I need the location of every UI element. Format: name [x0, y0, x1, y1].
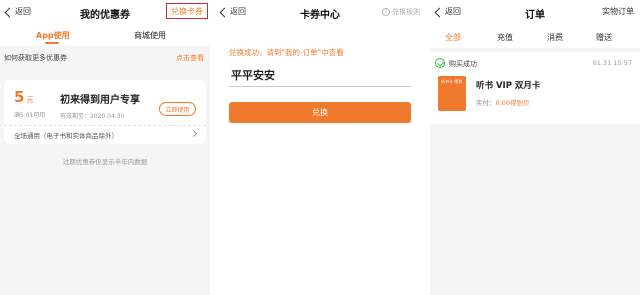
order-tabs: 全部 充值 消费 赠送 — [430, 26, 640, 48]
coupon-validity: 有效期至：2020.04.30 — [60, 113, 125, 120]
redeem-card-button[interactable]: 兑换卡券 — [166, 3, 208, 19]
coupon-divider — [4, 125, 206, 126]
use-now-button[interactable]: 立即使用 — [159, 102, 196, 116]
view-more-link[interactable]: 点击查看 — [176, 53, 204, 63]
success-hint: 兑换成功，请到"我的-订单"中查看 — [229, 48, 344, 57]
more-coupons-row: 如何获取更多优惠券 点击查看 — [0, 50, 210, 66]
paid-label: 实付： — [476, 99, 496, 107]
coupon-condition: 满5.01可用 — [14, 112, 46, 119]
coupon-card: 5元 满5.01可用 初来得到用户专享 有效期至：2020.04.30 立即使用… — [4, 80, 206, 144]
order-time: 01.31 15:57 — [592, 59, 632, 67]
coupon-amount-value: 5 — [14, 88, 25, 106]
redeem-rules-link[interactable]: ? 兑换规则 — [382, 7, 420, 17]
paid-amount: 实付：0.00得到贝 — [476, 97, 529, 107]
tab-consume[interactable]: 消费 — [547, 32, 563, 43]
chevron-right-icon — [189, 129, 198, 138]
orders-screen: 返回 订单 实物订单 全部 充值 消费 赠送 购买成功 01.31 15:57 … — [430, 0, 640, 295]
redeem-code-input[interactable]: 平平安安 — [231, 67, 275, 83]
redeem-button[interactable]: 兑换 — [229, 102, 411, 123]
tab-recharge[interactable]: 充值 — [497, 32, 513, 43]
header: 返回 订单 实物订单 — [430, 0, 640, 26]
header: 返回 我的优惠券 兑换卡券 — [0, 0, 210, 26]
tab-app[interactable]: App使用 — [36, 30, 70, 41]
coupons-screen: 返回 我的优惠券 兑换卡券 App使用 商城使用 如何获取更多优惠券 点击查看 … — [0, 0, 210, 295]
question-icon: ? — [382, 8, 390, 16]
order-item[interactable]: 购买成功 01.31 15:57 听书卡 得到 听书 VIP 双月卡 实付：0.… — [430, 52, 640, 124]
product-thumbnail: 听书卡 得到 — [438, 76, 466, 111]
coupon-amount: 5元 — [14, 88, 33, 106]
card-center-screen: 返回 卡券中心 ? 兑换规则 兑换成功，请到"我的-订单"中查看 平平安安 兑换 — [215, 0, 425, 295]
coupon-name: 初来得到用户专享 — [60, 95, 140, 106]
tab-all[interactable]: 全部 — [445, 32, 461, 43]
coupon-amount-unit: 元 — [26, 96, 34, 104]
header: 返回 卡券中心 ? 兑换规则 — [215, 0, 425, 26]
physical-orders-link[interactable]: 实物订单 — [602, 6, 634, 17]
coupon-scope[interactable]: 全场通用（电子书和实体商品除外） — [14, 130, 118, 140]
rules-label: 兑换规则 — [392, 8, 420, 16]
thumbnail-text: 听书卡 得到 — [441, 79, 463, 84]
coupon-tabs: App使用 商城使用 — [0, 26, 210, 46]
active-tab-indicator — [45, 42, 59, 44]
input-underline — [229, 86, 411, 87]
paid-value: 0.00得到贝 — [495, 99, 530, 107]
order-status: 购买成功 — [449, 60, 477, 68]
product-name: 听书 VIP 双月卡 — [476, 81, 541, 91]
tab-mall[interactable]: 商城使用 — [134, 30, 166, 41]
tab-gift[interactable]: 赠送 — [596, 32, 612, 43]
check-circle-icon — [435, 58, 445, 68]
expired-note: 过期优惠券仅显示半年内数据 — [62, 158, 148, 166]
more-coupons-text: 如何获取更多优惠券 — [4, 54, 67, 62]
